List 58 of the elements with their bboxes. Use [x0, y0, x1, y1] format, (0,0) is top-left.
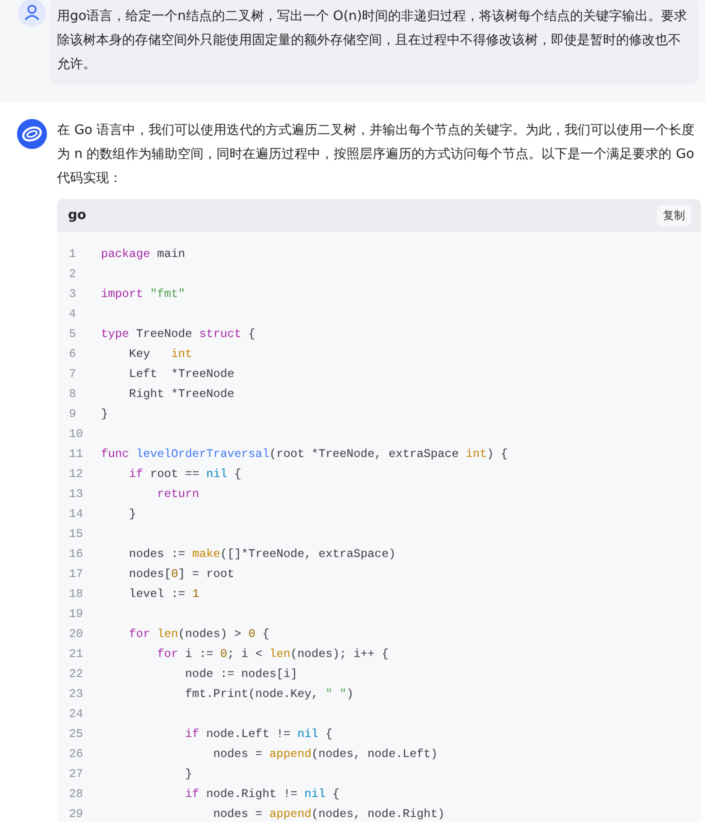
line-number: 23 [68, 687, 84, 701]
line-number: 17 [68, 567, 84, 581]
line-number: 21 [68, 647, 84, 661]
line-number: 11 [68, 447, 84, 461]
code-line: if root == nil { [128, 467, 242, 481]
code-line: Left *TreeNode [128, 367, 234, 381]
copy-button[interactable]: 复制 [657, 205, 691, 226]
line-number: 7 [68, 367, 78, 381]
code-line: func levelOrderTraversal(root *TreeNode, extraSpace int) { [101, 447, 508, 461]
line-number: 20 [68, 627, 84, 641]
code-line: return [156, 487, 200, 501]
code-line: nodes := make([]*TreeNode, extraSpace) [128, 547, 396, 561]
user-avatar-icon [18, 0, 46, 27]
code-line: import "fmt" [101, 287, 186, 301]
code-line: level := 1 [128, 587, 200, 601]
line-number: 12 [68, 467, 84, 481]
line-number: 1 [68, 247, 78, 261]
line-number: 25 [68, 727, 84, 741]
line-number: 6 [68, 347, 78, 361]
line-number: 3 [68, 287, 78, 301]
line-number: 2 [68, 267, 78, 281]
code-line: } [184, 767, 192, 781]
code-line: nodes = append(nodes, node.Left) [212, 747, 438, 761]
line-number: 10 [68, 427, 84, 441]
code-line: if node.Left != nil { [184, 727, 332, 741]
code-line: for len(nodes) > 0 { [128, 627, 270, 641]
line-number: 13 [68, 487, 84, 501]
line-number: 15 [68, 527, 84, 541]
line-number: 9 [68, 407, 78, 421]
line-number: 24 [68, 707, 84, 721]
line-number: 29 [68, 807, 84, 821]
code-line: } [128, 507, 136, 521]
code-line: for i := 0; i < len(nodes); i++ { [156, 647, 389, 661]
line-number: 5 [68, 327, 78, 341]
line-number: 28 [68, 787, 84, 801]
code-line: package main [101, 247, 186, 261]
code-line: if node.Right != nil { [184, 787, 340, 801]
code-line: type TreeNode struct { [101, 327, 256, 341]
answer-text: 在 Go 语言中，我们可以使用迭代的方式遍历二叉树，并输出每个节点的关键字。为此，我们可以使用一个长度为 n 的数组作为辅助空间，同时在遍历过程中，按照层序遍历的方式访问每个节点。以下是一个满足要求的 Go 代码实现： [57, 122, 696, 188]
line-number: 27 [68, 767, 84, 781]
code-line: Key int [128, 347, 192, 361]
code-line: fmt.Print(node.Key, " ") [184, 687, 354, 701]
assistant-avatar-icon [17, 119, 47, 149]
line-number: 14 [68, 507, 84, 521]
code-line: node := nodes[i] [184, 667, 298, 681]
line-number: 19 [68, 607, 84, 621]
line-number: 16 [68, 547, 84, 561]
language-label: go [68, 208, 86, 223]
line-number: 26 [68, 747, 84, 761]
question-text: 用go语言，给定一个n结点的二叉树，写出一个 O(n)时间的非递归过程，将该树每个结点的关键字输出。要求除该树本身的存储空间外只能使用固定量的额外存储空间，且在过程中不得修改该树，即使是暂时的修改也不允许。 [57, 8, 688, 74]
code-line: nodes[0] = root [128, 567, 234, 581]
line-number: 4 [68, 307, 78, 321]
code-line: nodes = append(nodes, node.Right) [212, 807, 445, 821]
line-number: 18 [68, 587, 84, 601]
line-number: 8 [68, 387, 78, 401]
code-line: Right *TreeNode [128, 387, 234, 401]
line-number: 22 [68, 667, 84, 681]
code-line: } [101, 407, 108, 421]
